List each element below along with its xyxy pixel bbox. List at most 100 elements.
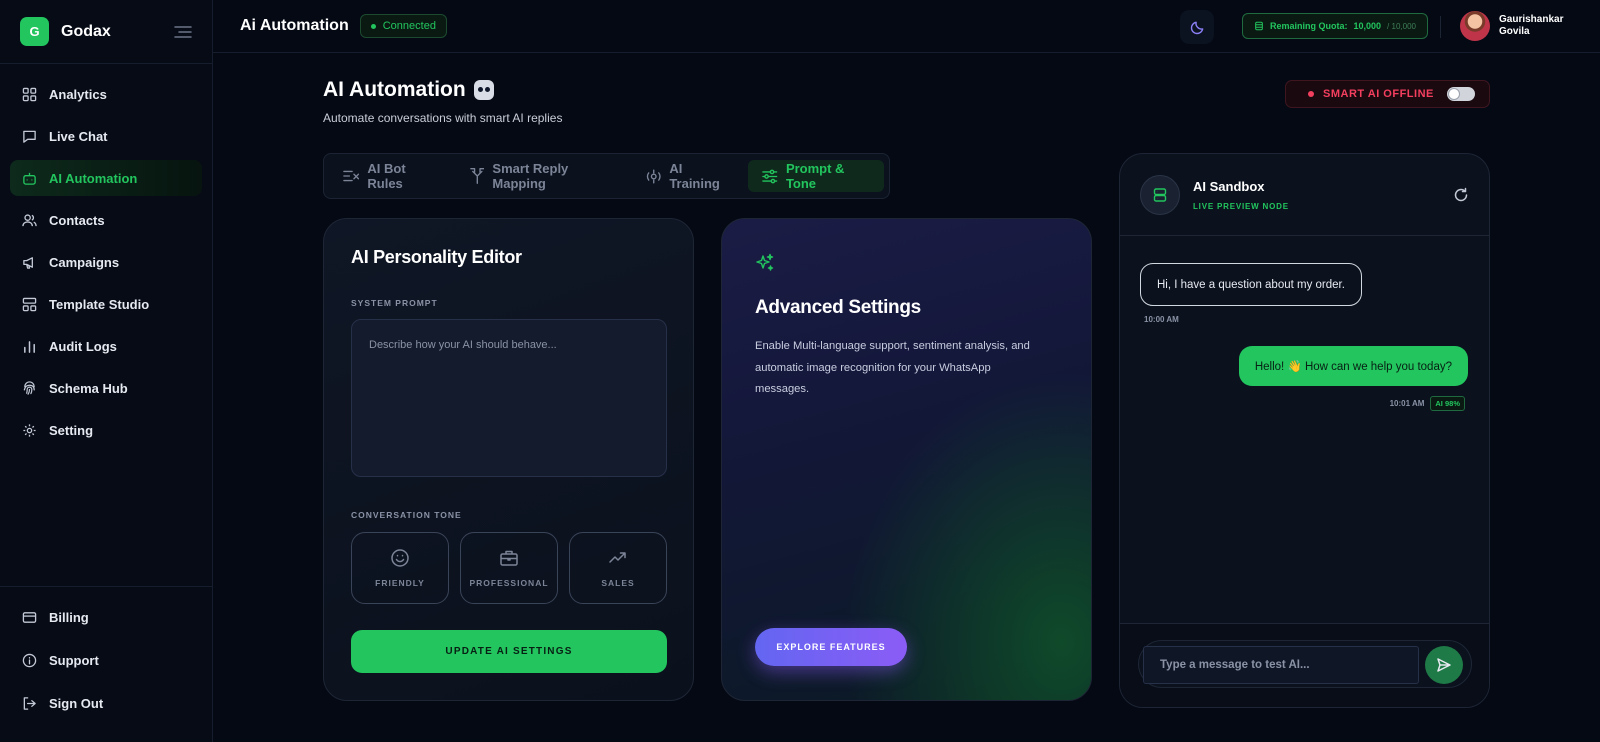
sparkles-icon bbox=[756, 253, 774, 271]
personality-editor-card: AI Personality Editor SYSTEM PROMPT CONV… bbox=[323, 218, 694, 701]
sidebar-item-label: Support bbox=[49, 652, 99, 668]
conversation-tone-label: CONVERSATION TONE bbox=[351, 510, 462, 520]
layout-icon bbox=[22, 297, 37, 311]
incoming-message-time: 10:00 AM bbox=[1144, 315, 1179, 324]
sandbox-subtitle: LIVE PREVIEW NODE bbox=[1193, 201, 1289, 211]
smart-ai-toggle[interactable] bbox=[1447, 87, 1475, 101]
page-subtitle: Automate conversations with smart AI rep… bbox=[323, 111, 563, 125]
user-menu[interactable]: Gaurishankar Govila bbox=[1460, 11, 1563, 41]
sidebar-item-live-chat[interactable]: Live Chat bbox=[10, 118, 202, 154]
outgoing-message-time: 10:01 AM bbox=[1389, 399, 1425, 408]
tone-professional-button[interactable]: PROFESSIONAL bbox=[460, 532, 558, 604]
editor-title: AI Personality Editor bbox=[351, 247, 522, 267]
explore-features-button[interactable]: EXPLORE FEATURES bbox=[755, 628, 907, 666]
tab-label: AI Bot Rules bbox=[367, 161, 406, 191]
system-prompt-input[interactable] bbox=[351, 319, 667, 477]
sidebar-item-label: Analytics bbox=[49, 86, 107, 102]
tone-options: FRIENDLY PROFESSIONAL SALES bbox=[351, 532, 667, 604]
advanced-settings-description: Enable Multi-language support, sentiment… bbox=[755, 340, 1030, 395]
smart-ai-status-label: SMART AI OFFLINE bbox=[1323, 88, 1434, 100]
outgoing-message-meta: 10:01 AM AI 98% bbox=[1390, 396, 1465, 411]
robot-icon bbox=[23, 172, 36, 185]
brand-name[interactable]: Godax bbox=[61, 23, 111, 41]
smart-ai-status: SMART AI OFFLINE bbox=[1285, 80, 1490, 108]
sidebar-item-label: Billing bbox=[49, 609, 89, 625]
header-divider bbox=[1440, 16, 1441, 38]
page-header: AI Automation Automate conversations wit… bbox=[323, 78, 562, 125]
sidebar-item-contacts[interactable]: Contacts bbox=[10, 202, 202, 238]
smile-icon bbox=[391, 549, 409, 567]
tab-ai-training[interactable]: AI Training bbox=[632, 160, 745, 192]
tone-label: SALES bbox=[601, 578, 635, 588]
sidebar-item-template-studio[interactable]: Template Studio bbox=[10, 286, 202, 322]
tab-label: AI Training bbox=[669, 161, 720, 191]
sandbox-header: AI Sandbox LIVE PREVIEW NODE bbox=[1120, 154, 1489, 236]
sidebar-item-sign-out[interactable]: Sign Out bbox=[10, 685, 202, 721]
gear-icon bbox=[23, 423, 36, 437]
user-last-name: Govila bbox=[1499, 26, 1530, 37]
tab-label: Prompt & Tone bbox=[785, 161, 845, 191]
sidebar-bottom-nav: Billing Support Sign Out bbox=[0, 586, 212, 742]
sandbox-bot-icon bbox=[1140, 174, 1180, 215]
sidebar-item-audit-logs[interactable]: Audit Logs bbox=[10, 328, 202, 364]
avatar[interactable] bbox=[1460, 11, 1490, 41]
tone-sales-button[interactable]: SALES bbox=[569, 532, 667, 604]
connection-status-badge: Connected bbox=[359, 14, 447, 38]
sidebar-item-ai-automation[interactable]: AI Automation bbox=[10, 160, 202, 196]
send-button[interactable] bbox=[1425, 646, 1463, 684]
send-icon bbox=[1437, 658, 1451, 672]
sidebar-item-campaigns[interactable]: Campaigns bbox=[10, 244, 202, 280]
trending-up-icon bbox=[609, 552, 626, 563]
header-title: Ai Automation bbox=[240, 17, 349, 34]
theme-toggle-button[interactable] bbox=[1180, 10, 1214, 44]
update-ai-settings-button[interactable]: UPDATE AI SETTINGS bbox=[351, 630, 667, 673]
robot-emoji-icon bbox=[473, 80, 494, 100]
advanced-settings-title: Advanced Settings bbox=[755, 297, 921, 318]
sidebar-item-label: Live Chat bbox=[49, 128, 108, 144]
tone-friendly-button[interactable]: FRIENDLY bbox=[351, 532, 449, 604]
sidebar-item-label: Campaigns bbox=[49, 254, 120, 270]
sidebar-item-label: Sign Out bbox=[49, 695, 104, 711]
info-icon bbox=[22, 653, 37, 667]
training-icon bbox=[646, 168, 661, 184]
sidebar: G Godax Analytics Live Chat AI Automatio… bbox=[0, 0, 213, 742]
quota-value: 10,000 bbox=[1353, 21, 1382, 31]
ai-confidence-badge: AI 98% bbox=[1430, 396, 1465, 411]
tab-label: Smart Reply Mapping bbox=[492, 161, 569, 191]
incoming-message: Hi, I have a question about my order. bbox=[1140, 263, 1362, 306]
tab-smart-reply-mapping[interactable]: Smart Reply Mapping bbox=[456, 160, 628, 192]
sliders-icon bbox=[762, 169, 778, 183]
quota-label: Remaining Quota: bbox=[1270, 21, 1348, 31]
quota-badge: Remaining Quota: 10,000 / 10,000 bbox=[1242, 13, 1428, 39]
sidebar-item-setting[interactable]: Setting bbox=[10, 412, 202, 448]
tab-ai-bot-rules[interactable]: AI Bot Rules bbox=[329, 160, 452, 192]
sidebar-item-label: Audit Logs bbox=[49, 338, 117, 354]
sidebar-item-billing[interactable]: Billing bbox=[10, 599, 202, 635]
quota-max: / 10,000 bbox=[1387, 21, 1416, 31]
bar-chart-icon bbox=[24, 340, 35, 353]
sandbox-title: AI Sandbox bbox=[1193, 178, 1265, 194]
system-prompt-label: SYSTEM PROMPT bbox=[351, 298, 438, 308]
refresh-icon[interactable] bbox=[1453, 187, 1469, 203]
sidebar-item-label: AI Automation bbox=[49, 170, 138, 186]
grid-icon bbox=[22, 87, 37, 101]
connection-status-label: Connected bbox=[382, 20, 436, 32]
sidebar-item-label: Contacts bbox=[49, 212, 105, 228]
page-title: AI Automation bbox=[323, 78, 562, 102]
sidebar-item-analytics[interactable]: Analytics bbox=[10, 76, 202, 112]
chat-icon bbox=[23, 130, 36, 143]
tab-prompt-tone[interactable]: Prompt & Tone bbox=[748, 160, 885, 192]
sidebar-nav: Analytics Live Chat AI Automation Contac… bbox=[0, 64, 212, 448]
sidebar-item-support[interactable]: Support bbox=[10, 642, 202, 678]
tone-label: PROFESSIONAL bbox=[469, 578, 549, 588]
tone-label: FRIENDLY bbox=[375, 578, 425, 588]
database-icon bbox=[1255, 21, 1263, 31]
menu-collapse-icon[interactable] bbox=[174, 25, 192, 39]
credit-card-icon bbox=[22, 611, 37, 623]
sandbox-message-input[interactable] bbox=[1143, 646, 1419, 684]
brand: G Godax bbox=[0, 0, 212, 64]
topbar: Ai Automation Connected Remaining Quota:… bbox=[213, 0, 1600, 53]
brand-logo[interactable]: G bbox=[20, 17, 49, 46]
sidebar-item-schema-hub[interactable]: Schema Hub bbox=[10, 370, 202, 406]
sandbox-composer bbox=[1120, 623, 1489, 707]
